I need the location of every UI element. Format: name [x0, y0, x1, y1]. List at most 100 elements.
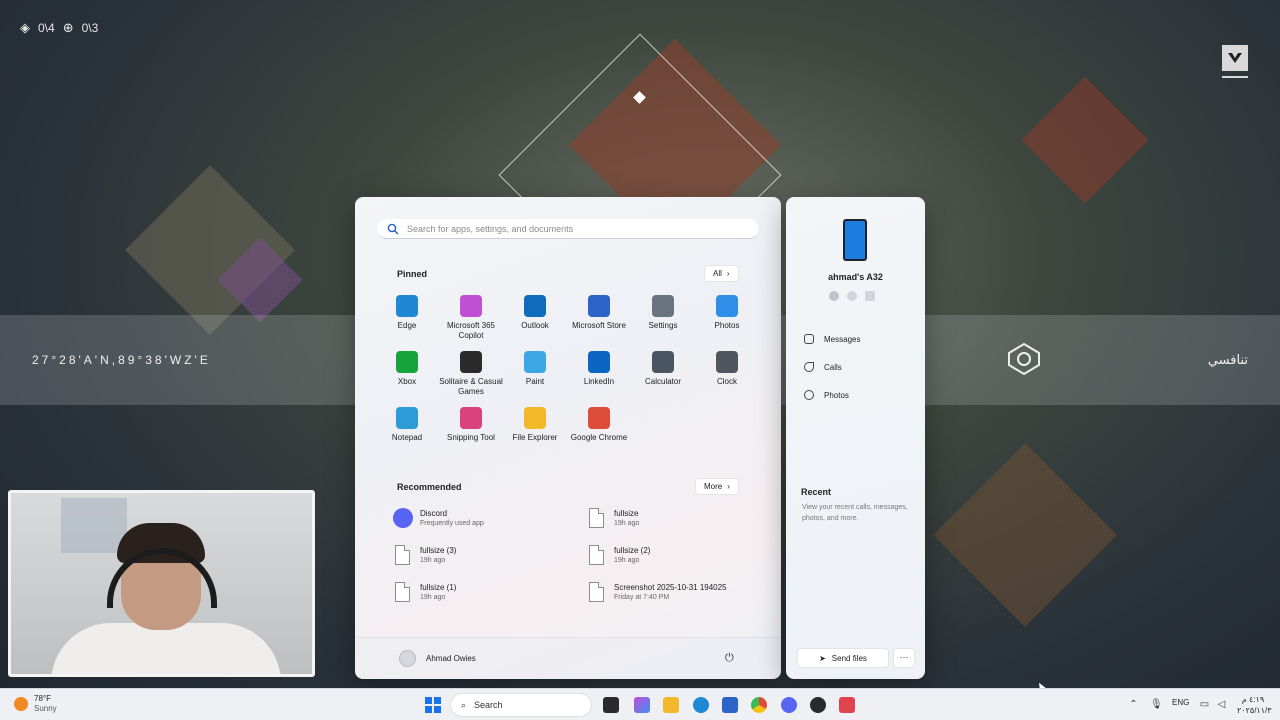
user-name[interactable]: Ahmad Owies [426, 654, 476, 663]
recommended-item[interactable]: fullsize (1) 19h ago [395, 582, 589, 619]
recommended-item-text: fullsize (3) 19h ago [420, 545, 456, 566]
microphone-icon[interactable]: 🎙 [1150, 699, 1163, 710]
valorant-taskbar-icon[interactable] [839, 697, 855, 713]
pinned-app[interactable]: Calculator [631, 351, 695, 407]
network-icon[interactable]: ▭ [1199, 699, 1210, 710]
phone-icon [804, 362, 814, 372]
pinned-app[interactable]: Microsoft Store [567, 295, 631, 351]
start-search-box[interactable] [377, 219, 759, 239]
start-search-input[interactable] [407, 223, 737, 234]
pinned-app[interactable]: Solitaire & Casual Games [439, 351, 503, 407]
start-menu: Pinned All › Edge Microsoft 365 Copilot Ou… [355, 197, 781, 679]
recommended-item[interactable]: Screenshot 2025-10-31 194025 Friday at 7:… [589, 582, 755, 619]
pinned-app[interactable]: Google Chrome [567, 407, 631, 463]
webcam-person-body [51, 623, 281, 674]
clock-time: ٤:١٩ م [1241, 695, 1265, 704]
recommended-item[interactable]: fullsize (2) 19h ago [589, 545, 755, 582]
start-button[interactable] [425, 697, 441, 713]
snipping-tool-icon [460, 407, 482, 429]
recommended-item-time: 19h ago [614, 520, 640, 527]
recommended-item-time: 19h ago [420, 594, 446, 601]
background-roof-bottom-right [933, 443, 1117, 627]
outlook-icon [524, 295, 546, 317]
pinned-app[interactable]: Clock [695, 351, 759, 407]
phone-menu-calls[interactable]: Calls [804, 353, 860, 381]
search-icon [387, 223, 399, 234]
windows-logo-pane [425, 706, 432, 713]
recommended-item-time: Frequently used app [420, 520, 484, 527]
more-recommended-button[interactable]: More › [696, 479, 738, 494]
webcam-overlay [8, 490, 315, 677]
phone-menu-photos[interactable]: Photos [804, 381, 860, 409]
photos-icon [716, 295, 738, 317]
pinned-app[interactable]: Edge [375, 295, 439, 351]
recommended-item-name: Discord [420, 509, 448, 518]
chevron-up-icon[interactable]: ⌃ [1128, 699, 1139, 710]
search-icon: ⌕ [461, 699, 467, 710]
pinned-app-label: LinkedIn [583, 377, 615, 386]
store-icon[interactable] [722, 697, 738, 713]
recommended-item[interactable]: fullsize 19h ago [589, 508, 755, 545]
volume-icon[interactable]: ◁ [1216, 699, 1227, 710]
all-apps-button[interactable]: All › [705, 266, 738, 281]
task-view-icon[interactable] [603, 697, 619, 713]
pinned-app-label: Outlook [521, 321, 549, 330]
file-icon [395, 545, 410, 565]
file-icon [395, 582, 410, 602]
more-label: More [704, 482, 723, 491]
pinned-app-label: Photos [714, 321, 740, 330]
file-explorer-icon[interactable] [663, 697, 679, 713]
pinned-app[interactable]: File Explorer [503, 407, 567, 463]
weather-condition: Sunny [34, 704, 57, 713]
phone-device-icon [843, 219, 867, 261]
pinned-app[interactable]: Paint [503, 351, 567, 407]
input-language[interactable]: ENG [1172, 698, 1189, 707]
logo-underline [1222, 76, 1248, 78]
background-roof-right [1021, 76, 1149, 204]
phone-status-icons [829, 291, 875, 301]
pinned-apps-grid: Edge Microsoft 365 Copilot Outlook Microsof… [375, 295, 765, 463]
discord-icon[interactable] [781, 697, 797, 713]
pinned-app-label: Settings [648, 321, 678, 330]
steam-icon[interactable] [810, 697, 826, 713]
recommended-item[interactable]: Discord Frequently used app [393, 508, 589, 545]
pinned-app-label: Notepad [391, 433, 423, 442]
edge-icon[interactable] [693, 697, 709, 713]
pinned-app[interactable]: Outlook [503, 295, 567, 351]
pinned-app[interactable]: Settings [631, 295, 695, 351]
phone-menu-label: Messages [824, 334, 861, 344]
pinned-title: Pinned [397, 269, 428, 279]
copilot-icon[interactable] [634, 697, 650, 713]
more-options-button[interactable]: ··· [894, 649, 914, 667]
pinned-app[interactable]: Xbox [375, 351, 439, 407]
user-avatar[interactable] [399, 650, 416, 667]
chevron-right-icon: › [727, 482, 730, 491]
clock-widget[interactable]: ٤:١٩ م ٢٠٢٥/١١/٣ [1237, 694, 1272, 716]
messages-icon [804, 334, 814, 344]
pinned-app-label: Google Chrome [570, 433, 628, 442]
recommended-item-time: 19h ago [420, 557, 446, 564]
pinned-app-label: Solitaire & Casual Games [439, 377, 503, 396]
calculator-icon [652, 351, 674, 373]
send-icon: ➤ [819, 653, 826, 663]
pinned-app[interactable]: Snipping Tool [439, 407, 503, 463]
pinned-app[interactable]: LinkedIn [567, 351, 631, 407]
pinned-app-label: Microsoft Store [572, 321, 626, 330]
pinned-app[interactable]: Photos [695, 295, 759, 351]
power-icon[interactable]: ⏻ [725, 652, 739, 666]
recent-title: Recent [801, 487, 832, 497]
recommended-item-name: fullsize (3) [420, 546, 457, 555]
chrome-icon[interactable] [751, 697, 767, 713]
recommended-item[interactable]: fullsize (3) 19h ago [395, 545, 589, 582]
weather-widget[interactable]: 78°F Sunny [14, 694, 57, 714]
pinned-app[interactable]: Microsoft 365 Copilot [439, 295, 503, 351]
notepad-icon [396, 407, 418, 429]
pinned-app[interactable]: Notepad [375, 407, 439, 463]
recommended-item-name: fullsize (1) [420, 583, 457, 592]
phone-menu-messages[interactable]: Messages [804, 325, 860, 353]
taskbar-search[interactable]: ⌕ Search [451, 694, 591, 716]
send-files-button[interactable]: ➤ Send files [798, 649, 888, 667]
recommended-item-text: fullsize (2) 19h ago [614, 545, 650, 566]
clock-icon [716, 351, 738, 373]
pinned-app-label: Paint [525, 377, 545, 386]
